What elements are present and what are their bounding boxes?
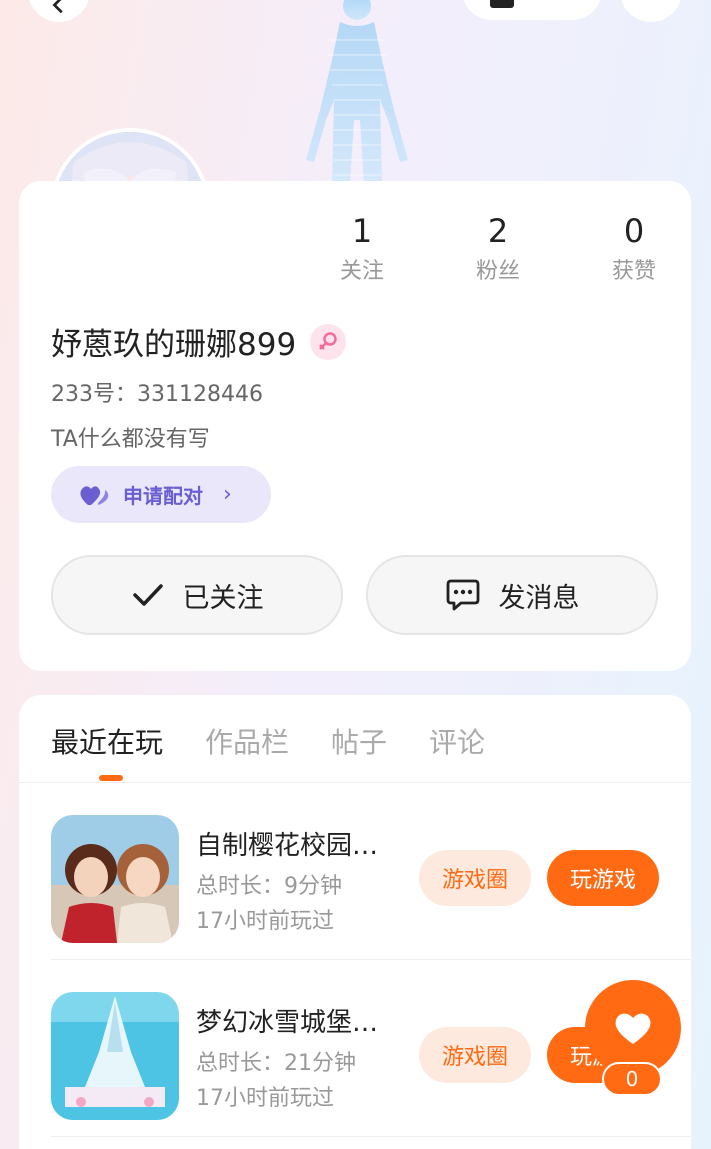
chevron-right-icon: ›: [223, 482, 232, 507]
like-count: 0: [602, 1062, 662, 1096]
game-last-played: 17小时前玩过: [196, 1086, 334, 1111]
pair-request-label: 申请配对: [123, 484, 203, 508]
game-duration: 总时长：9分钟: [196, 874, 342, 899]
list-item[interactable]: 自制樱花校园… 总时长：9分钟 17小时前玩过 游戏圈 玩游戏: [51, 783, 691, 960]
stat-followers[interactable]: 2 粉丝: [430, 211, 566, 285]
stat-following[interactable]: 1 关注: [294, 211, 430, 285]
name-row: 妤蒽玖的珊娜899: [51, 319, 347, 364]
message-button[interactable]: 发消息: [366, 555, 658, 635]
avatar-figure-image: [306, 0, 408, 185]
stats-row: 1 关注 2 粉丝 0 获赞: [294, 211, 702, 285]
game-title: 自制樱花校园…: [196, 831, 379, 861]
chat-bubble-icon: [446, 579, 479, 611]
stat-number: 0: [623, 212, 645, 250]
stat-label: 关注: [339, 259, 384, 284]
bio: TA什么都没有写: [51, 427, 210, 452]
more-button[interactable]: [620, 0, 682, 22]
play-game-button[interactable]: 玩游戏: [547, 850, 659, 906]
share-button[interactable]: [462, 0, 602, 20]
stat-number: 2: [487, 212, 509, 250]
game-icon-image: [51, 815, 179, 943]
game-icon-image: [51, 992, 179, 1120]
followed-label: 已关注: [182, 582, 264, 614]
check-icon: [132, 584, 163, 606]
heart-icon: [615, 1013, 651, 1044]
tab-comments[interactable]: 评论: [429, 721, 485, 761]
game-title: 梦幻冰雪城堡…: [196, 1008, 379, 1038]
games-card: 最近在玩 作品栏 帖子 评论 自制樱花校园… 总时长：9分钟 17小时前玩过 游…: [19, 695, 691, 1149]
square-icon: [490, 0, 514, 8]
game-circle-button[interactable]: 游戏圈: [419, 1027, 531, 1083]
profile-card: 1 关注 2 粉丝 0 获赞 妤蒽玖的珊娜899 233号：331128446 …: [19, 181, 691, 671]
double-heart-icon: [80, 485, 109, 505]
female-icon: [310, 323, 347, 360]
stat-label: 粉丝: [475, 259, 520, 284]
divider: [51, 1136, 691, 1137]
back-button[interactable]: [28, 0, 90, 22]
stat-number: 1: [351, 212, 373, 250]
game-duration: 总时长：21分钟: [196, 1051, 356, 1076]
chevron-left-icon: [52, 0, 63, 14]
pair-request-button[interactable]: 申请配对 ›: [51, 466, 271, 523]
stat-likes[interactable]: 0 获赞: [566, 211, 702, 285]
message-label: 发消息: [498, 582, 580, 614]
user-id: 233号：331128446: [51, 382, 263, 407]
tab-bar: 最近在玩 作品栏 帖子 评论: [51, 721, 527, 781]
tab-recent[interactable]: 最近在玩: [51, 721, 163, 781]
tab-posts[interactable]: 帖子: [331, 721, 387, 761]
stat-label: 获赞: [611, 259, 656, 284]
username: 妤蒽玖的珊娜899: [51, 327, 297, 363]
followed-button[interactable]: 已关注: [51, 555, 343, 635]
game-last-played: 17小时前玩过: [196, 909, 334, 934]
game-circle-button[interactable]: 游戏圈: [419, 850, 531, 906]
tab-works[interactable]: 作品栏: [205, 721, 289, 761]
